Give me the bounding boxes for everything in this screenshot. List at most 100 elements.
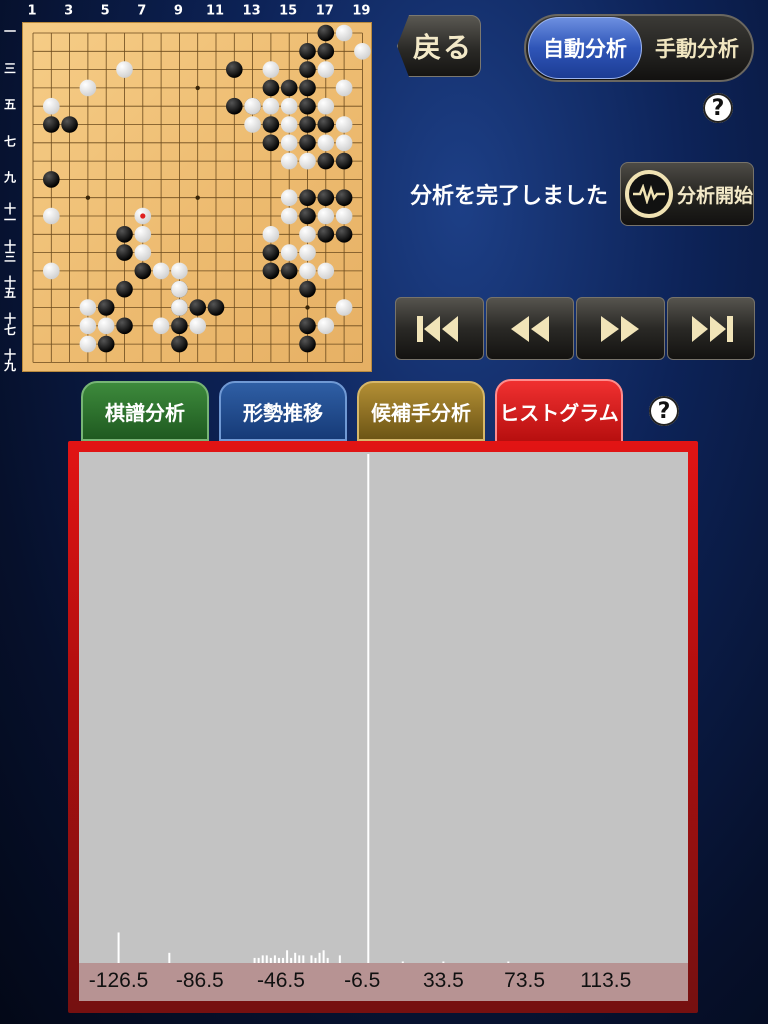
manual-analysis-button[interactable]: 手動分析	[642, 16, 752, 80]
histogram-bars	[117, 454, 510, 963]
row-label: 十 三	[3, 238, 16, 264]
tab-histogram[interactable]: ヒストグラム	[495, 379, 623, 443]
help-icon[interactable]: ?	[703, 93, 733, 123]
fast-forward-icon	[601, 315, 640, 342]
black-stone	[299, 134, 316, 152]
white-stone	[134, 244, 152, 261]
tab-situation-trend[interactable]: 形勢推移	[219, 381, 347, 441]
black-stone	[299, 97, 316, 115]
black-stone	[116, 280, 133, 298]
white-stone	[280, 97, 298, 115]
histogram-bar	[261, 955, 264, 963]
tab-kifu-analysis[interactable]: 棋譜分析	[81, 381, 209, 441]
black-stone	[262, 79, 280, 97]
star-point	[85, 195, 91, 200]
analysis-mode-toggle[interactable]: 自動分析 手動分析	[524, 14, 754, 82]
row-label: 三	[3, 61, 16, 76]
white-stone	[97, 317, 115, 335]
black-stone	[299, 79, 316, 97]
x-tick-label: 33.5	[422, 969, 464, 992]
white-stone	[280, 244, 298, 261]
black-stone	[280, 262, 298, 280]
row-label: 七	[3, 134, 16, 149]
white-stone	[262, 97, 280, 115]
white-stone	[335, 207, 353, 225]
white-stone	[134, 226, 152, 243]
histogram-bar	[286, 950, 289, 963]
x-tick-label: -126.5	[88, 969, 149, 992]
black-stone	[171, 317, 188, 335]
white-stone	[299, 244, 316, 261]
black-stone	[299, 207, 316, 225]
x-tick-label: 73.5	[504, 969, 546, 992]
white-stone	[171, 280, 188, 298]
white-stone	[262, 226, 280, 243]
black-stone	[317, 189, 335, 206]
first-move-button[interactable]	[395, 297, 484, 360]
black-stone	[116, 244, 133, 261]
black-stone	[317, 226, 335, 243]
column-label: 1	[27, 3, 37, 19]
histogram-bar	[310, 955, 313, 963]
black-stone	[134, 262, 152, 280]
white-stone	[299, 152, 316, 170]
black-stone	[335, 189, 353, 206]
white-stone	[317, 97, 335, 115]
rewind-button[interactable]	[485, 297, 574, 360]
black-stone	[116, 226, 133, 243]
board-grid	[32, 24, 371, 363]
row-label: 十 七	[3, 311, 16, 337]
black-stone	[299, 43, 316, 60]
white-stone	[335, 24, 353, 42]
column-label: 19	[352, 3, 371, 19]
tab-help-icon[interactable]: ?	[649, 396, 679, 426]
last-move-button[interactable]	[666, 297, 755, 360]
black-stone	[299, 317, 316, 335]
column-label: 3	[64, 3, 74, 19]
white-stone	[280, 207, 298, 225]
star-point	[195, 195, 200, 200]
x-tick-label: -86.5	[175, 969, 224, 992]
white-stone	[171, 299, 188, 316]
histogram-bar	[168, 952, 171, 963]
white-stone	[152, 317, 170, 335]
white-stone	[262, 61, 280, 78]
board-column-labels: 1 3 5 7 9 11 13 15 17 19	[22, 0, 372, 22]
black-stone	[97, 335, 115, 353]
black-stone	[207, 299, 225, 316]
white-stone	[335, 134, 353, 152]
white-stone	[43, 97, 60, 115]
black-stone	[299, 335, 316, 353]
column-label: 5	[100, 3, 110, 19]
histogram-bar	[265, 955, 268, 963]
auto-analysis-button[interactable]: 自動分析	[528, 17, 642, 79]
forward-button[interactable]	[576, 297, 665, 360]
tab-candidate-analysis[interactable]: 候補手分析	[357, 381, 485, 441]
start-analysis-label: 分析開始	[677, 184, 754, 207]
last-move-marker	[140, 213, 146, 219]
histogram-bar	[318, 952, 321, 963]
x-tick-label: 113.5	[580, 969, 632, 992]
black-stone	[299, 280, 316, 298]
black-stone	[116, 317, 133, 335]
row-label: 一	[3, 24, 16, 39]
histogram-bar	[117, 932, 120, 963]
start-analysis-button[interactable]: 分析開始	[620, 162, 754, 226]
board-row-labels: 一三五七九十 一十 三十 五十 七十 九	[0, 22, 22, 373]
white-stone	[43, 207, 60, 225]
black-stone	[262, 134, 280, 152]
go-board[interactable]	[22, 22, 372, 372]
white-stone	[280, 152, 298, 170]
white-stone	[299, 226, 316, 243]
black-stone	[43, 171, 60, 188]
back-button[interactable]: 戻る	[397, 15, 481, 77]
histogram-bar	[273, 955, 276, 963]
row-label: 十 五	[3, 275, 16, 301]
analysis-status-text: 分析を完了しました	[410, 184, 609, 209]
white-stone	[79, 317, 97, 335]
black-stone	[61, 116, 78, 133]
black-stone	[262, 262, 280, 280]
skip-back-icon	[417, 315, 459, 342]
tab-help-icon-glyph: ?	[657, 398, 671, 424]
x-tick-label: -6.5	[344, 969, 381, 992]
